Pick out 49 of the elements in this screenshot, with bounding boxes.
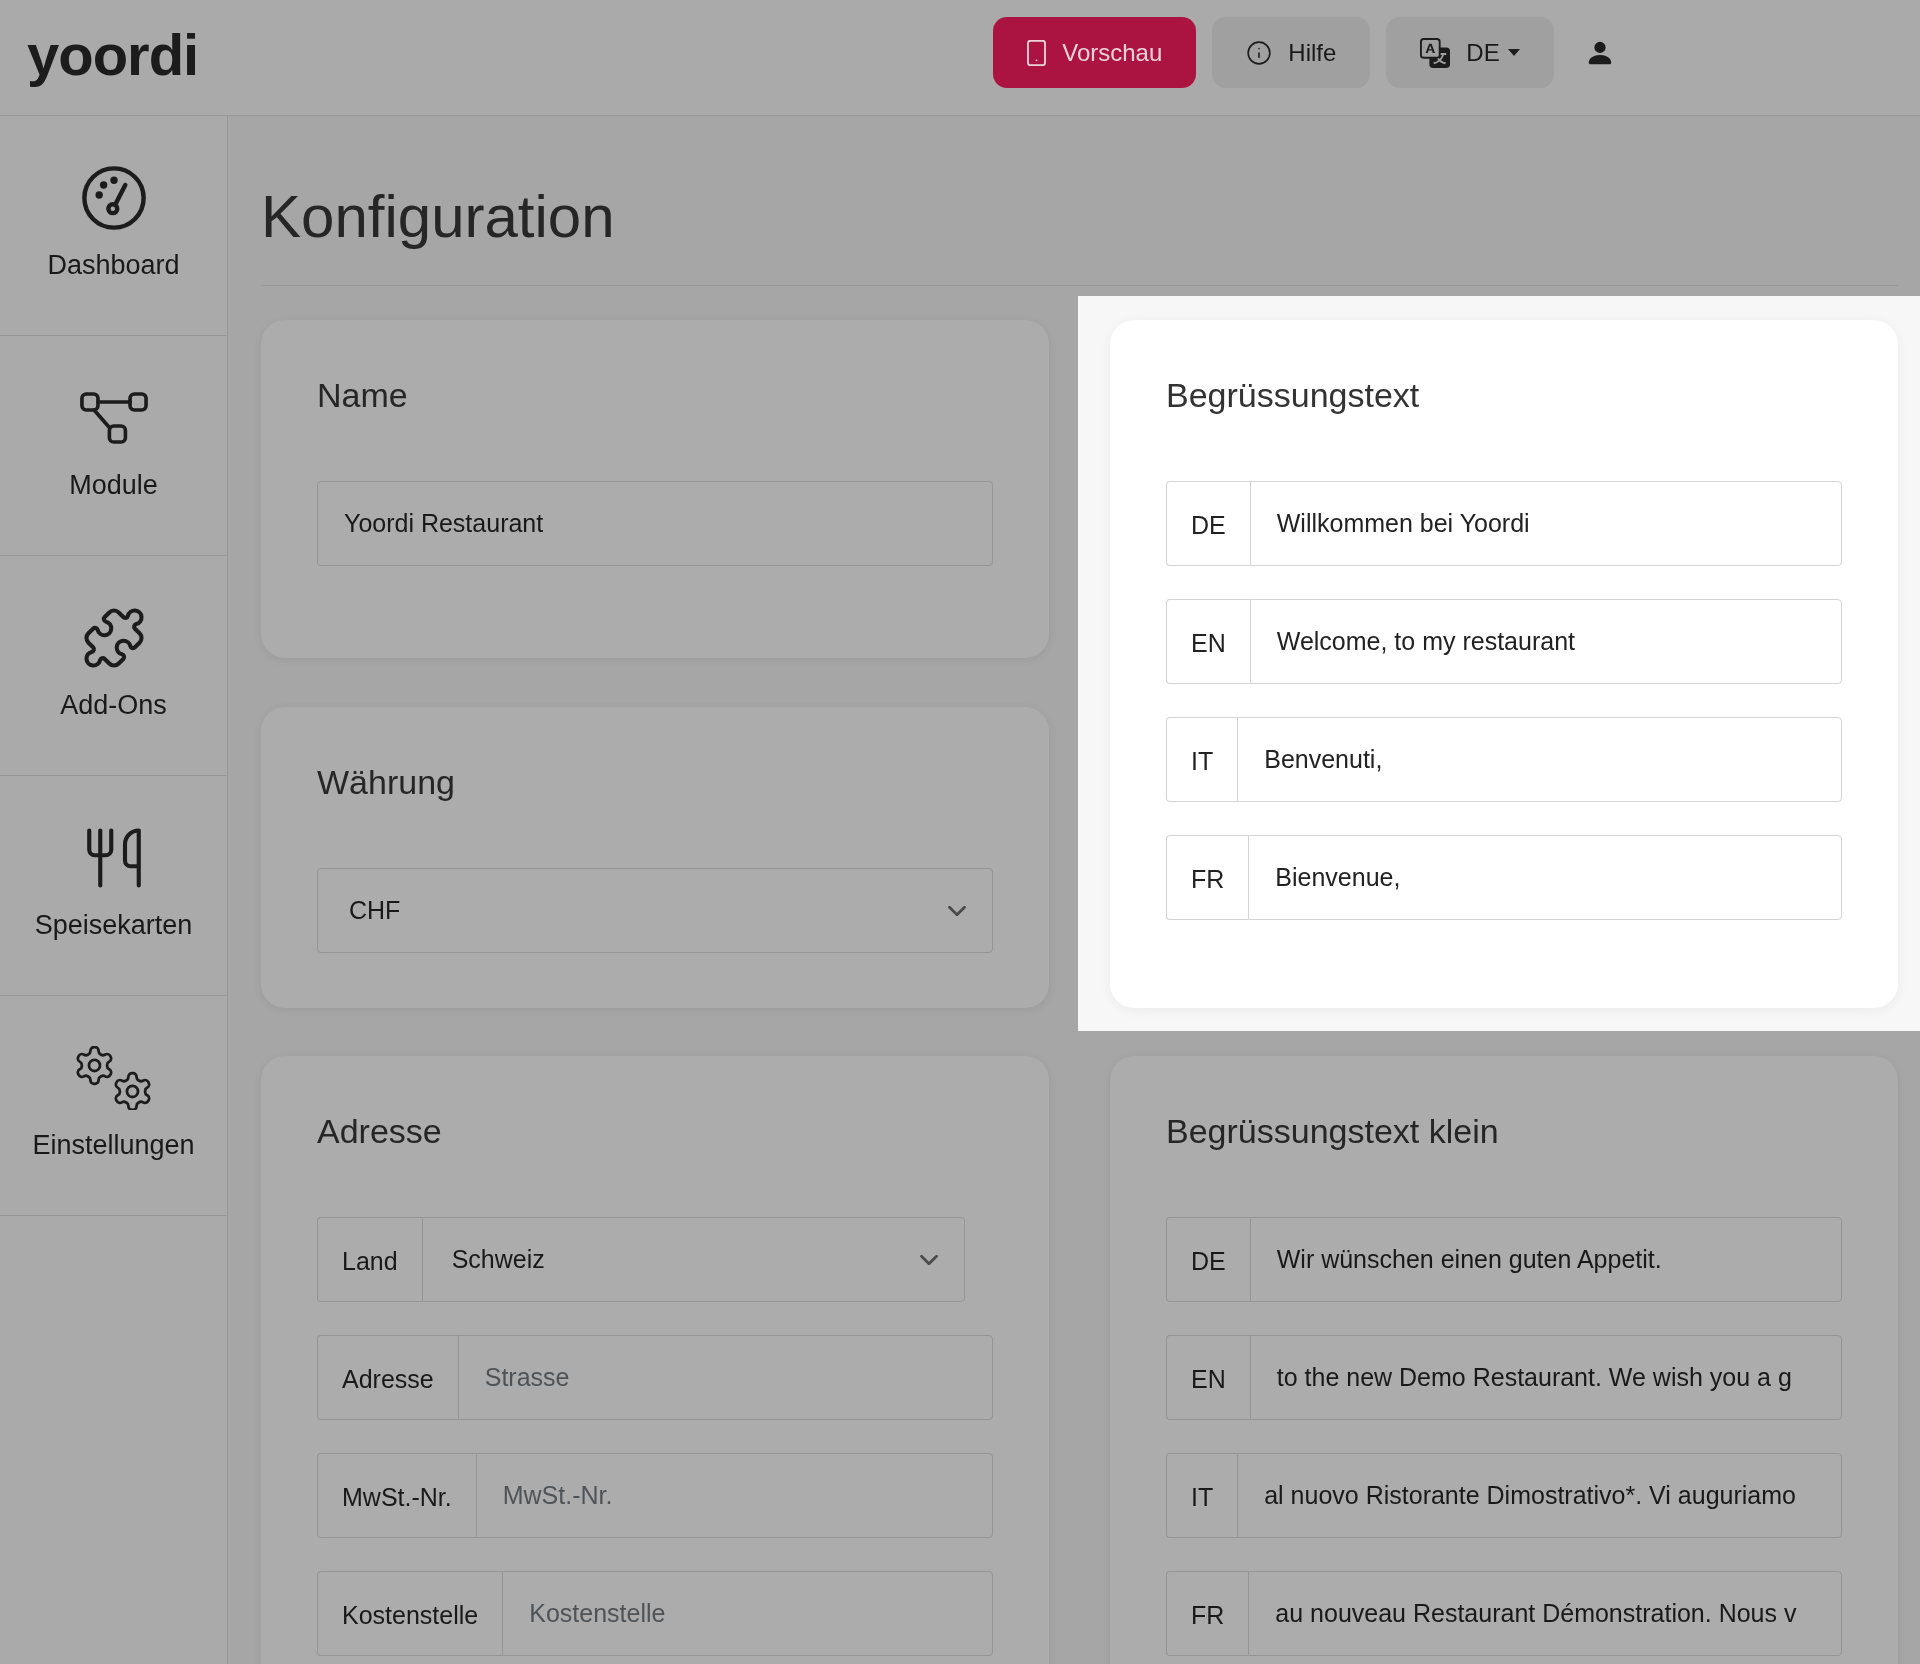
field-label: IT — [1166, 717, 1238, 802]
field-label: IT — [1166, 1453, 1238, 1538]
language-dropdown[interactable]: DE — [1386, 17, 1554, 88]
field-label: DE — [1166, 1217, 1250, 1302]
card-title: Begrüssungstext klein — [1166, 1111, 1499, 1151]
text-input[interactable]: Yoordi Restaurant — [317, 481, 993, 566]
text-input[interactable]: Kostenstelle — [502, 1571, 993, 1656]
field-label: FR — [1166, 1571, 1249, 1656]
field-label: FR — [1166, 835, 1249, 920]
text-input[interactable]: Benvenuti, — [1237, 717, 1842, 802]
text-input[interactable]: to the new Demo Restaurant. We wish you a g — [1249, 1335, 1842, 1420]
nodes-icon — [79, 392, 148, 444]
header-button[interactable]: Vorschau — [993, 17, 1197, 88]
chevron-down-icon — [948, 905, 966, 916]
gauge-icon — [81, 166, 146, 230]
chevron-down-icon — [920, 1254, 938, 1265]
field-label: Kostenstelle — [317, 1571, 503, 1656]
field-label: EN — [1166, 1335, 1250, 1420]
sidebar-item[interactable]: Speisekarten — [0, 776, 227, 996]
select-field[interactable]: CHF — [317, 868, 993, 953]
gears-icon — [74, 1046, 153, 1110]
text-input[interactable]: Bienvenue, — [1248, 835, 1842, 920]
card-title: Währung — [317, 762, 455, 802]
phone-icon — [1027, 39, 1047, 66]
sidebar-item[interactable]: Module — [0, 336, 227, 556]
card-title: Name — [317, 375, 408, 415]
sidebar-item[interactable]: Dashboard — [0, 116, 227, 336]
info-icon — [1246, 39, 1273, 66]
field-label: DE — [1166, 481, 1250, 566]
card-title: Begrüssungstext — [1166, 375, 1420, 415]
text-input[interactable]: al nuovo Ristorante Dimostrativo*. Vi auguriamo — [1237, 1453, 1842, 1538]
field-label: Adresse — [317, 1335, 458, 1420]
page-title: Konfiguration — [261, 182, 615, 252]
select-field[interactable]: Schweiz — [421, 1217, 965, 1302]
caret-icon — [1507, 49, 1520, 56]
translate-icon — [1420, 37, 1451, 68]
field-label: Land — [317, 1217, 422, 1302]
field-label: MwSt.-Nr. — [317, 1453, 476, 1538]
text-input[interactable]: au nouveau Restaurant Démonstration. Nous v — [1248, 1571, 1842, 1656]
header-button[interactable]: Hilfe — [1212, 17, 1371, 88]
text-input[interactable]: MwSt.-Nr. — [475, 1453, 993, 1538]
card-title: Adresse — [317, 1111, 442, 1151]
text-input[interactable]: Wir wünschen einen guten Appetit. — [1249, 1217, 1842, 1302]
text-input[interactable]: Willkommen bei Yoordi — [1249, 481, 1842, 566]
field-label: EN — [1166, 599, 1250, 684]
sidebar-item[interactable]: Add-Ons — [0, 556, 227, 776]
text-input[interactable]: Strasse — [457, 1335, 993, 1420]
sidebar-item[interactable]: Einstellungen — [0, 996, 227, 1216]
text-input[interactable]: Welcome, to my restaurant — [1249, 599, 1842, 684]
